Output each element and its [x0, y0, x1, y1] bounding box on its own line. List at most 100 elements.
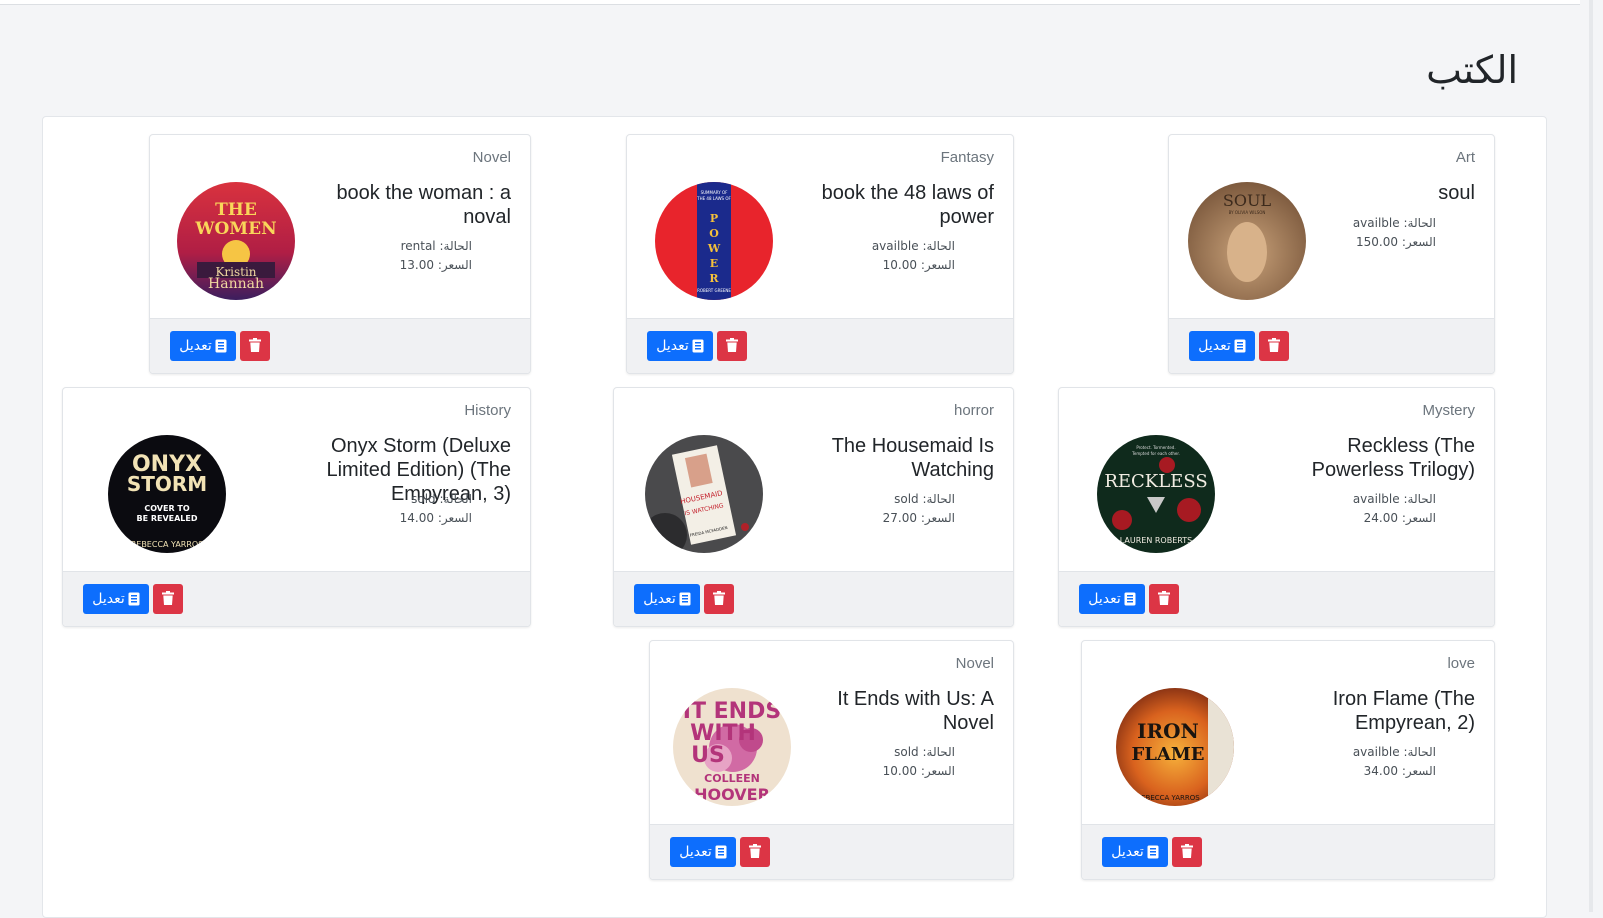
edit-button[interactable]: تعديل [83, 584, 149, 614]
trash-icon [726, 337, 738, 356]
delete-button[interactable] [1149, 584, 1179, 614]
book-price: 10.00 [882, 764, 918, 778]
svg-text:Tempted for each other.: Tempted for each other. [1131, 451, 1180, 456]
card-footer: تعديل [627, 318, 1013, 373]
svg-text:STORM: STORM [127, 472, 207, 496]
card-footer: تعديل [63, 571, 530, 626]
book-status: sold [894, 492, 919, 506]
book-category: Novel [955, 655, 994, 672]
delete-button[interactable] [1172, 837, 1202, 867]
book-status: rental [400, 239, 436, 253]
edit-button-label: تعديل [1198, 338, 1231, 354]
book-category: love [1447, 655, 1475, 672]
scrollbar-track[interactable] [1589, 0, 1593, 912]
book-price-row: السعر: 10.00 [883, 762, 955, 781]
edit-button[interactable]: تعديل [1102, 837, 1168, 867]
status-label: الحالة: [922, 745, 955, 759]
book-price-row: السعر: 10.00 [872, 256, 955, 275]
svg-text:WOMEN: WOMEN [194, 219, 276, 239]
edit-button-label: تعديل [1111, 844, 1144, 860]
book-card: Novel book the woman : a noval الحالة: r… [149, 134, 531, 374]
svg-text:HOOVER: HOOVER [694, 785, 770, 804]
book-icon [715, 845, 727, 859]
delete-button[interactable] [717, 331, 747, 361]
svg-text:SOUL: SOUL [1223, 191, 1272, 210]
edit-button-label: تعديل [679, 844, 712, 860]
book-status-row: الحالة: rental [400, 237, 472, 256]
svg-text:O: O [709, 227, 719, 240]
book-status-row: الحالة: sold [400, 490, 472, 509]
edit-button[interactable]: تعديل [670, 837, 736, 867]
edit-button[interactable]: تعديل [634, 584, 700, 614]
book-price: 34.00 [1363, 764, 1399, 778]
svg-text:R: R [709, 272, 719, 285]
book-card: Art soul الحالة: availble السعر: 150.00 … [1168, 134, 1495, 374]
book-info: الحالة: availble السعر: 24.00 [1353, 490, 1436, 528]
book-cover-it-ends-with-us: IT ENDS WITH US COLLEEN HOOVER [673, 688, 791, 806]
book-status: availble [871, 239, 919, 253]
book-status: sold [411, 492, 436, 506]
book-status-row: الحالة: availble [1353, 743, 1436, 762]
book-card: History Onyx Storm (Deluxe Limited Editi… [62, 387, 531, 627]
book-price: 10.00 [882, 258, 918, 272]
book-card: Mystery Reckless (The Powerless Trilogy)… [1058, 387, 1495, 627]
edit-button-label: تعديل [1088, 591, 1121, 607]
book-icon [128, 592, 140, 606]
book-status-row: الحالة: sold [883, 743, 955, 762]
book-price-row: السعر: 13.00 [400, 256, 472, 275]
edit-button-label: تعديل [179, 338, 212, 354]
status-label: الحالة: [1403, 492, 1436, 506]
book-category: Novel [472, 149, 511, 166]
book-card: horror The Housemaid Is Watching الحالة:… [613, 387, 1014, 627]
price-label: السعر: [437, 511, 472, 525]
delete-button[interactable] [704, 584, 734, 614]
delete-button[interactable] [153, 584, 183, 614]
trash-icon [1268, 337, 1280, 356]
book-cover-the-women: THE WOMEN Kristin Hannah [177, 182, 295, 300]
book-cover-soul: SOUL BY OLIVIA WILSON [1188, 182, 1306, 300]
price-label: السعر: [437, 258, 472, 272]
svg-text:COLLEEN: COLLEEN [704, 772, 760, 785]
status-label: الحالة: [439, 239, 472, 253]
book-price: 150.00 [1356, 235, 1399, 249]
edit-button[interactable]: تعديل [170, 331, 236, 361]
trash-icon [162, 590, 174, 609]
card-footer: تعديل [614, 571, 1013, 626]
status-label: الحالة: [922, 239, 955, 253]
book-category: Art [1455, 149, 1475, 166]
book-info: الحالة: rental السعر: 13.00 [400, 237, 472, 275]
book-price-row: السعر: 34.00 [1353, 762, 1436, 781]
book-title: Iron Flame (The Empyrean, 2) [1332, 688, 1475, 734]
svg-text:THE: THE [215, 200, 257, 220]
svg-text:SUMMARY OF: SUMMARY OF [701, 190, 728, 195]
svg-text:RECKLESS: RECKLESS [1104, 471, 1207, 492]
book-title: book the woman : a noval [336, 182, 511, 228]
price-label: السعر: [1401, 764, 1436, 778]
book-title: book the 48 laws of power [821, 182, 994, 228]
page-scrollbar[interactable] [1583, 0, 1603, 912]
trash-icon [249, 337, 261, 356]
edit-button[interactable]: تعديل [1189, 331, 1255, 361]
book-cover-48-laws-of-power: SUMMARY OF THE 48 LAWS OF P O W E R ROBERT GREE… [655, 182, 773, 300]
edit-button-label: تعديل [643, 591, 676, 607]
book-icon [1124, 592, 1136, 606]
book-status-row: الحالة: sold [883, 490, 955, 509]
svg-text:BE REVEALED: BE REVEALED [136, 514, 197, 523]
delete-button[interactable] [1259, 331, 1289, 361]
book-cover-iron-flame: IRON FLAME REBECCA YARROS [1116, 688, 1234, 806]
edit-button[interactable]: تعديل [1079, 584, 1145, 614]
book-category: Fantasy [940, 149, 994, 166]
svg-text:BY OLIVIA WILSON: BY OLIVIA WILSON [1229, 210, 1266, 215]
book-info: الحالة: sold السعر: 14.00 [400, 490, 472, 528]
edit-button[interactable]: تعديل [647, 331, 713, 361]
book-category: horror [953, 402, 994, 419]
card-footer: تعديل [150, 318, 530, 373]
status-label: الحالة: [1403, 216, 1436, 230]
book-icon [692, 339, 704, 353]
book-status: availble [1352, 745, 1400, 759]
delete-button[interactable] [740, 837, 770, 867]
trash-icon [713, 590, 725, 609]
book-category: History [464, 402, 511, 419]
delete-button[interactable] [240, 331, 270, 361]
book-status-row: الحالة: availble [872, 237, 955, 256]
